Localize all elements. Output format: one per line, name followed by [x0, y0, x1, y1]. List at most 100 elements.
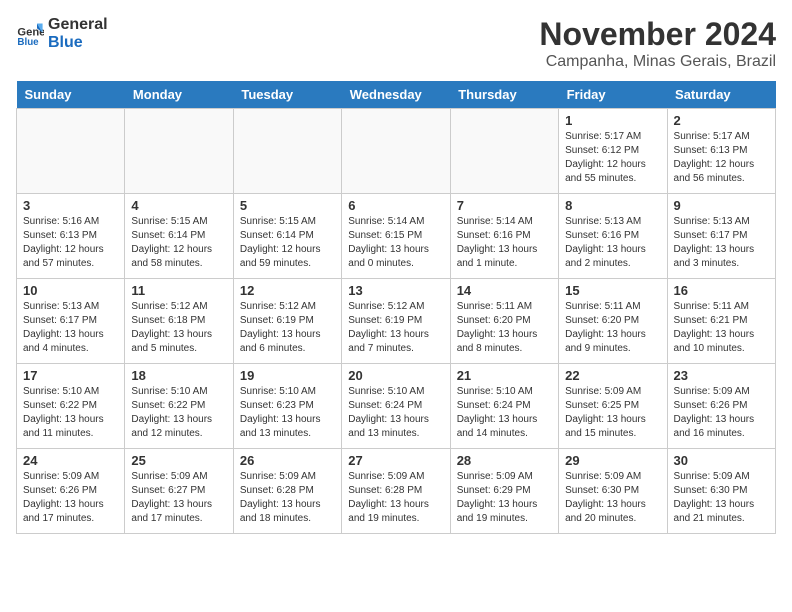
week-row-1: 1 Sunrise: 5:17 AM Sunset: 6:12 PM Daylig…: [17, 109, 776, 194]
day-info: Sunrise: 5:09 AM Sunset: 6:26 PM Dayligh…: [23, 470, 118, 526]
calendar-subtitle: Campanha, Minas Gerais, Brazil: [539, 53, 776, 71]
day-number: 17: [23, 368, 118, 383]
calendar-cell: 14 Sunrise: 5:11 AM Sunset: 6:20 PM Dayli…: [450, 279, 558, 364]
calendar-cell: [450, 109, 558, 194]
day-info: Sunrise: 5:10 AM Sunset: 6:24 PM Dayligh…: [457, 385, 552, 441]
calendar-cell: 28 Sunrise: 5:09 AM Sunset: 6:29 PM Dayli…: [450, 449, 558, 534]
day-info: Sunrise: 5:17 AM Sunset: 6:12 PM Dayligh…: [565, 130, 660, 186]
calendar-cell: 17 Sunrise: 5:10 AM Sunset: 6:22 PM Dayli…: [17, 364, 125, 449]
day-number: 15: [565, 283, 660, 298]
weekday-header-tuesday: Tuesday: [233, 81, 341, 109]
day-number: 6: [348, 198, 443, 213]
calendar-cell: 8 Sunrise: 5:13 AM Sunset: 6:16 PM Daylig…: [559, 194, 667, 279]
day-number: 3: [23, 198, 118, 213]
day-info: Sunrise: 5:09 AM Sunset: 6:29 PM Dayligh…: [457, 470, 552, 526]
calendar-cell: 11 Sunrise: 5:12 AM Sunset: 6:18 PM Dayli…: [125, 279, 233, 364]
weekday-header-wednesday: Wednesday: [342, 81, 450, 109]
day-info: Sunrise: 5:10 AM Sunset: 6:23 PM Dayligh…: [240, 385, 335, 441]
calendar-cell: 9Sunrise: 5:13 AM Sunset: 6:17 PM Daylig…: [667, 194, 775, 279]
day-info: Sunrise: 5:09 AM Sunset: 6:28 PM Dayligh…: [240, 470, 335, 526]
day-number: 16: [674, 283, 769, 298]
day-number: 1: [565, 113, 660, 128]
day-info: Sunrise: 5:11 AM Sunset: 6:20 PM Dayligh…: [565, 300, 660, 356]
day-number: 22: [565, 368, 660, 383]
calendar-cell: 1 Sunrise: 5:17 AM Sunset: 6:12 PM Daylig…: [559, 109, 667, 194]
day-number: 5: [240, 198, 335, 213]
day-info: Sunrise: 5:12 AM Sunset: 6:19 PM Dayligh…: [348, 300, 443, 356]
day-info: Sunrise: 5:09 AM Sunset: 6:27 PM Dayligh…: [131, 470, 226, 526]
calendar-cell: 6 Sunrise: 5:14 AM Sunset: 6:15 PM Daylig…: [342, 194, 450, 279]
calendar-header: November 2024 Campanha, Minas Gerais, Br…: [539, 16, 776, 71]
day-number: 20: [348, 368, 443, 383]
calendar-cell: 16 Sunrise: 5:11 AM Sunset: 6:21 PM Dayli…: [667, 279, 775, 364]
calendar-cell: 25Sunrise: 5:09 AM Sunset: 6:27 PM Dayli…: [125, 449, 233, 534]
calendar-cell: [125, 109, 233, 194]
day-info: Sunrise: 5:10 AM Sunset: 6:22 PM Dayligh…: [23, 385, 118, 441]
calendar-cell: 7 Sunrise: 5:14 AM Sunset: 6:16 PM Daylig…: [450, 194, 558, 279]
calendar-cell: [233, 109, 341, 194]
day-number: 11: [131, 283, 226, 298]
calendar-table: SundayMondayTuesdayWednesdayThursdayFrid…: [16, 81, 776, 534]
weekday-header-friday: Friday: [559, 81, 667, 109]
calendar-cell: 3Sunrise: 5:16 AM Sunset: 6:13 PM Daylig…: [17, 194, 125, 279]
day-info: Sunrise: 5:11 AM Sunset: 6:21 PM Dayligh…: [674, 300, 769, 356]
calendar-cell: [17, 109, 125, 194]
weekday-header-row: SundayMondayTuesdayWednesdayThursdayFrid…: [17, 81, 776, 109]
calendar-cell: 10 Sunrise: 5:13 AM Sunset: 6:17 PM Dayli…: [17, 279, 125, 364]
day-info: Sunrise: 5:09 AM Sunset: 6:30 PM Dayligh…: [674, 470, 769, 526]
calendar-cell: 2 Sunrise: 5:17 AM Sunset: 6:13 PM Daylig…: [667, 109, 775, 194]
calendar-cell: 18 Sunrise: 5:10 AM Sunset: 6:22 PM Dayli…: [125, 364, 233, 449]
calendar-cell: 29 Sunrise: 5:09 AM Sunset: 6:30 PM Dayli…: [559, 449, 667, 534]
week-row-4: 17 Sunrise: 5:10 AM Sunset: 6:22 PM Dayli…: [17, 364, 776, 449]
day-info: Sunrise: 5:09 AM Sunset: 6:30 PM Dayligh…: [565, 470, 660, 526]
weekday-header-saturday: Saturday: [667, 81, 775, 109]
day-number: 18: [131, 368, 226, 383]
day-number: 19: [240, 368, 335, 383]
weekday-header-sunday: Sunday: [17, 81, 125, 109]
calendar-cell: 21 Sunrise: 5:10 AM Sunset: 6:24 PM Dayli…: [450, 364, 558, 449]
page-header: General Blue General Blue November 2024 …: [16, 16, 776, 71]
day-info: Sunrise: 5:14 AM Sunset: 6:16 PM Dayligh…: [457, 215, 552, 271]
calendar-cell: 22 Sunrise: 5:09 AM Sunset: 6:25 PM Dayli…: [559, 364, 667, 449]
calendar-cell: 24 Sunrise: 5:09 AM Sunset: 6:26 PM Dayli…: [17, 449, 125, 534]
calendar-cell: 27 Sunrise: 5:09 AM Sunset: 6:28 PM Dayli…: [342, 449, 450, 534]
day-number: 27: [348, 453, 443, 468]
day-number: 21: [457, 368, 552, 383]
logo-text-blue: Blue: [48, 34, 108, 52]
day-number: 24: [23, 453, 118, 468]
day-number: 8: [565, 198, 660, 213]
svg-text:Blue: Blue: [17, 37, 39, 48]
day-info: Sunrise: 5:09 AM Sunset: 6:26 PM Dayligh…: [674, 385, 769, 441]
day-info: Sunrise: 5:17 AM Sunset: 6:13 PM Dayligh…: [674, 130, 769, 186]
week-row-2: 3Sunrise: 5:16 AM Sunset: 6:13 PM Daylig…: [17, 194, 776, 279]
day-number: 14: [457, 283, 552, 298]
calendar-cell: 15 Sunrise: 5:11 AM Sunset: 6:20 PM Dayli…: [559, 279, 667, 364]
day-info: Sunrise: 5:13 AM Sunset: 6:17 PM Dayligh…: [23, 300, 118, 356]
calendar-cell: 30Sunrise: 5:09 AM Sunset: 6:30 PM Dayli…: [667, 449, 775, 534]
day-number: 12: [240, 283, 335, 298]
day-number: 28: [457, 453, 552, 468]
day-number: 9: [674, 198, 769, 213]
day-info: Sunrise: 5:10 AM Sunset: 6:22 PM Dayligh…: [131, 385, 226, 441]
day-number: 10: [23, 283, 118, 298]
calendar-cell: 23 Sunrise: 5:09 AM Sunset: 6:26 PM Dayli…: [667, 364, 775, 449]
day-number: 23: [674, 368, 769, 383]
calendar-title: November 2024: [539, 16, 776, 53]
day-info: Sunrise: 5:12 AM Sunset: 6:19 PM Dayligh…: [240, 300, 335, 356]
day-number: 29: [565, 453, 660, 468]
calendar-cell: [342, 109, 450, 194]
day-info: Sunrise: 5:09 AM Sunset: 6:28 PM Dayligh…: [348, 470, 443, 526]
day-info: Sunrise: 5:13 AM Sunset: 6:16 PM Dayligh…: [565, 215, 660, 271]
logo-icon: General Blue: [16, 20, 44, 48]
calendar-cell: 26Sunrise: 5:09 AM Sunset: 6:28 PM Dayli…: [233, 449, 341, 534]
day-info: Sunrise: 5:09 AM Sunset: 6:25 PM Dayligh…: [565, 385, 660, 441]
logo: General Blue General Blue: [16, 16, 108, 51]
day-info: Sunrise: 5:11 AM Sunset: 6:20 PM Dayligh…: [457, 300, 552, 356]
day-info: Sunrise: 5:12 AM Sunset: 6:18 PM Dayligh…: [131, 300, 226, 356]
weekday-header-thursday: Thursday: [450, 81, 558, 109]
day-info: Sunrise: 5:10 AM Sunset: 6:24 PM Dayligh…: [348, 385, 443, 441]
day-number: 7: [457, 198, 552, 213]
day-number: 2: [674, 113, 769, 128]
calendar-cell: 5Sunrise: 5:15 AM Sunset: 6:14 PM Daylig…: [233, 194, 341, 279]
day-info: Sunrise: 5:14 AM Sunset: 6:15 PM Dayligh…: [348, 215, 443, 271]
